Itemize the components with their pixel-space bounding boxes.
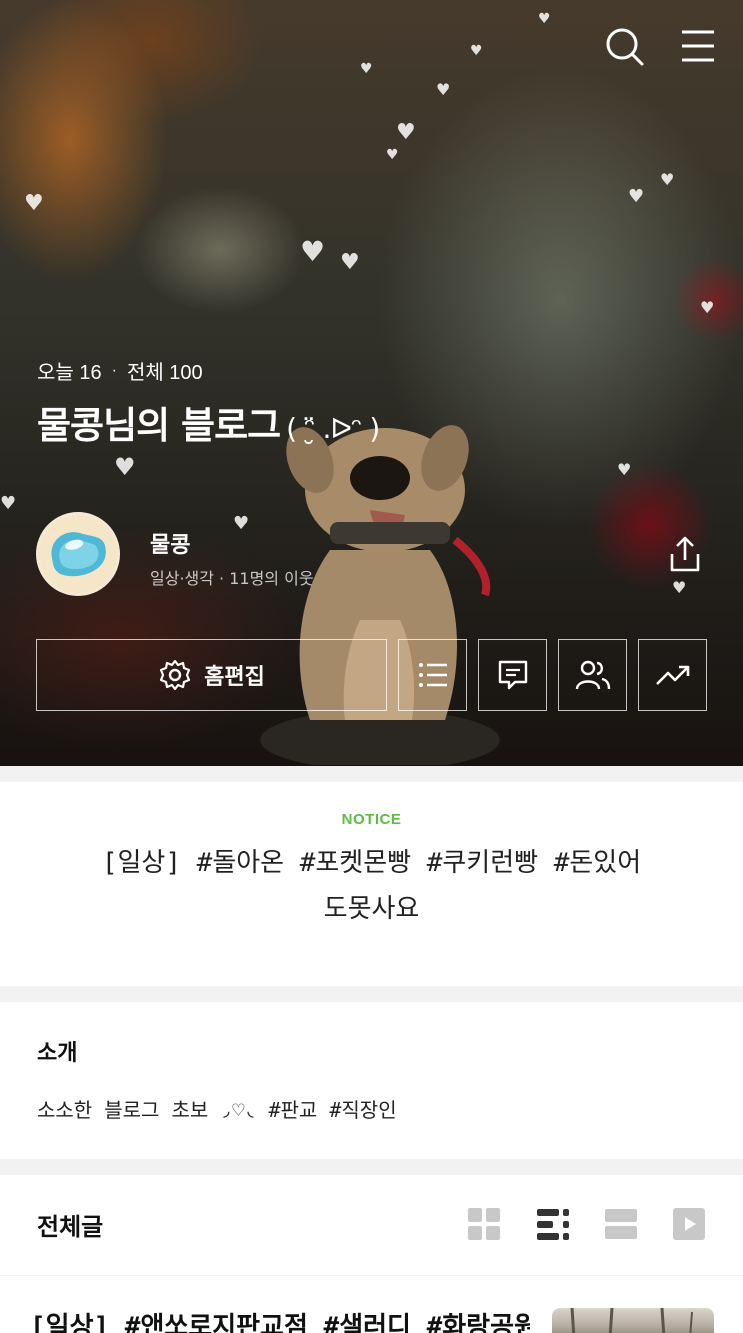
intro-text: 소소한 블로그 초보 ◞♡◟ #판교 #직장인 bbox=[37, 1098, 397, 1122]
heart-decoration-icon: ♥ bbox=[233, 513, 250, 534]
neighbors-icon bbox=[575, 660, 610, 690]
visit-stats: 오늘 16 · 전체 100 bbox=[37, 356, 203, 385]
card-view-icon[interactable] bbox=[603, 1206, 639, 1242]
gear-icon bbox=[160, 659, 191, 691]
blog-cover-image: ♥ ♥ ♥ ♥ ♥ ♥ ♥ ♥ ♥ ♥ ♥ ♥ ♥ ♥ ♥ ♥ ♥ 오늘 16 … bbox=[0, 0, 743, 766]
blog-home-page: ♥ ♥ ♥ ♥ ♥ ♥ ♥ ♥ ♥ ♥ ♥ ♥ ♥ ♥ ♥ ♥ ♥ 오늘 16 … bbox=[0, 0, 743, 1333]
heart-decoration-icon: ♥ bbox=[617, 460, 632, 479]
edit-home-button[interactable]: 홈편집 bbox=[36, 639, 387, 711]
total-visits: 전체 100 bbox=[126, 362, 203, 384]
owner-name[interactable]: 물콩 bbox=[150, 527, 190, 559]
heart-decoration-icon: ♥ bbox=[436, 80, 451, 99]
blog-title-text: 물콩님의 블로그 bbox=[37, 404, 281, 447]
notice-text[interactable]: [일상] #돌아온 #포켓몬빵 #쿠키런빵 #돈있어도못사요 bbox=[100, 840, 643, 932]
list-view-icon[interactable] bbox=[535, 1206, 571, 1242]
jelly-bean-avatar-icon bbox=[51, 532, 106, 577]
share-icon[interactable] bbox=[664, 534, 706, 576]
intro-title: 소개 bbox=[37, 1041, 78, 1066]
stats-trend-icon bbox=[655, 665, 689, 685]
heart-decoration-icon: ♥ bbox=[470, 43, 483, 59]
heart-decoration-icon: ♥ bbox=[396, 120, 416, 145]
search-icon[interactable] bbox=[602, 24, 646, 68]
neighbors-button[interactable] bbox=[558, 639, 627, 711]
heart-decoration-icon: ♥ bbox=[672, 578, 687, 597]
post-thumbnail-image[interactable] bbox=[552, 1308, 714, 1333]
stats-button[interactable] bbox=[638, 639, 707, 711]
dog-figurine-image bbox=[260, 425, 500, 765]
edit-home-label: 홈편집 bbox=[204, 665, 265, 690]
heart-decoration-icon: ♥ bbox=[360, 61, 373, 77]
blog-title: 물콩님의 블로그( ᵔ̮̈ .ᐅᵔ ) bbox=[37, 395, 380, 449]
heart-decoration-icon: ♥ bbox=[0, 493, 17, 514]
heart-decoration-icon: ♥ bbox=[340, 250, 360, 275]
heart-decoration-icon: ♥ bbox=[628, 186, 645, 207]
notice-label: NOTICE bbox=[341, 811, 402, 828]
blog-title-kaomoji: ( ᵔ̮̈ .ᐅᵔ ) bbox=[286, 412, 380, 445]
comment-icon bbox=[498, 660, 527, 690]
heart-decoration-icon: ♥ bbox=[538, 11, 551, 27]
list-icon bbox=[418, 663, 447, 687]
heart-decoration-icon: ♥ bbox=[386, 147, 399, 163]
heart-decoration-icon: ♥ bbox=[300, 235, 326, 268]
today-visits: 오늘 16 bbox=[37, 362, 102, 384]
post-list-button[interactable] bbox=[398, 639, 467, 711]
post-title[interactable]: [일상] #앤쏘로지판교점 #샐러디 #화랑공원 bbox=[30, 1306, 530, 1333]
guestbook-button[interactable] bbox=[478, 639, 547, 711]
owner-meta: 일상·생각 · 11명의 이웃 bbox=[150, 569, 314, 588]
stats-separator: · bbox=[111, 361, 117, 379]
heart-decoration-icon: ♥ bbox=[700, 298, 715, 317]
avatar[interactable] bbox=[36, 512, 120, 596]
grid-view-icon[interactable] bbox=[466, 1206, 502, 1242]
video-view-icon[interactable] bbox=[671, 1206, 707, 1242]
heart-decoration-icon: ♥ bbox=[660, 170, 675, 189]
posts-title: 전체글 bbox=[37, 1213, 104, 1241]
heart-decoration-icon: ♥ bbox=[114, 453, 136, 481]
heart-decoration-icon: ♥ bbox=[24, 191, 44, 216]
hamburger-menu-icon[interactable] bbox=[676, 24, 720, 68]
intro-section bbox=[0, 1002, 743, 1159]
